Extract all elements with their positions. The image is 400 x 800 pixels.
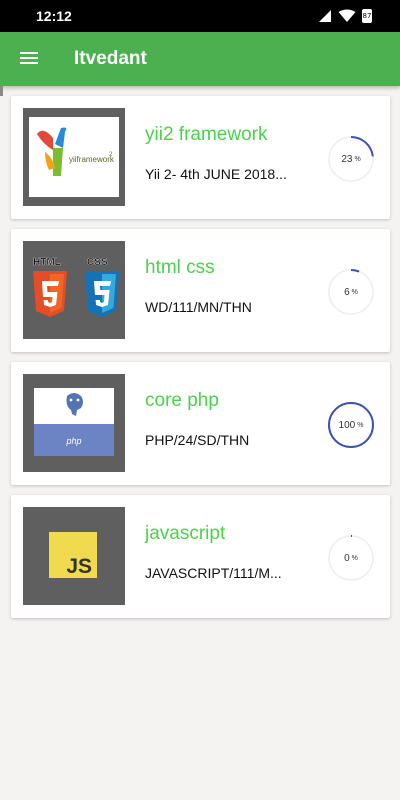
progress-ring: 0% [327,534,375,582]
app-title: Itvedant [74,48,147,69]
progress-value: 6 [344,286,350,298]
progress-unit: % [351,554,358,562]
javascript-logo-icon: JS [49,532,97,578]
css-logo-text: CSS [87,257,108,268]
course-thumbnail: yiiframework 2 [23,108,125,206]
course-code: Yii 2- 4th JUNE 2018... [145,166,287,182]
progress-ring: 6% [327,268,375,316]
course-title: javascript [145,523,226,544]
menu-icon[interactable] [20,49,44,69]
course-title: html css [145,257,215,278]
php-logo-text: php [65,436,81,446]
battery-icon: 87 [362,9,372,23]
app-bar: Itvedant [0,32,400,86]
course-thumbnail: php [23,374,125,472]
progress-unit: % [354,155,361,163]
progress-value: 100 [338,419,356,431]
status-bar: 12:12 87 [0,0,400,32]
course-card[interactable]: php core php PHP/24/SD/THN 100% [11,362,390,485]
course-code: JAVASCRIPT/111/M... [145,565,282,581]
course-title: core php [145,390,219,411]
course-title: yii2 framework [145,124,268,145]
wifi-icon [338,9,356,22]
course-card[interactable]: yiiframework 2 yii2 framework Yii 2- 4th… [11,96,390,219]
js-logo-text: JS [66,555,92,578]
progress-unit: % [351,288,358,296]
course-code: PHP/24/SD/THN [145,432,250,448]
status-time: 12:12 [36,8,72,24]
status-icons: 87 [318,9,372,23]
signal-icon [319,10,331,22]
html5-css3-logo-icon: HTML CSS [33,257,119,317]
yii-framework-logo-icon: yiiframework 2 [29,117,119,197]
course-card[interactable]: HTML CSS html css WD/111/MN/THN 6% [11,229,390,352]
progress-ring: 100% [327,401,375,449]
course-thumbnail: HTML CSS [23,241,125,339]
course-code: WD/111/MN/THN [145,299,252,315]
php-logo-icon: php [34,388,114,456]
progress-ring: 23% [327,135,375,183]
course-card[interactable]: JS javascript JAVASCRIPT/111/M... 0% [11,495,390,618]
progress-unit: % [357,421,364,429]
html-logo-text: HTML [33,257,61,268]
course-thumbnail: JS [23,507,125,605]
progress-value: 23 [341,153,353,165]
scroll-indicator [0,86,3,96]
yii-logo-text: yiiframework [69,155,115,164]
progress-value: 0 [344,552,350,564]
